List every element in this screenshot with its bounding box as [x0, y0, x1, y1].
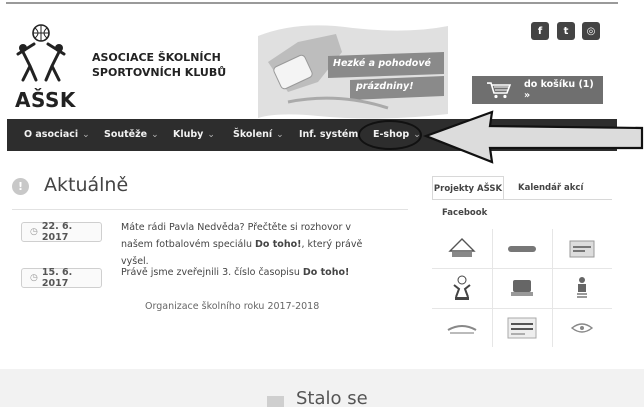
- news-date: 15. 6. 2017: [41, 267, 73, 289]
- partner-logo[interactable]: [433, 309, 491, 347]
- nav-item-souteze[interactable]: Soutěže ⌄: [104, 119, 159, 151]
- cart-label: do košíku (1) »: [523, 79, 594, 101]
- partner-logo[interactable]: [433, 230, 491, 268]
- tab-underline: [432, 199, 612, 200]
- e-shop-highlight-circle: [358, 120, 422, 150]
- tab-facebook[interactable]: Facebook: [442, 208, 487, 218]
- partner-logo[interactable]: [553, 230, 611, 268]
- news-date: 22. 6. 2017: [41, 221, 73, 243]
- tab-kalendar-akci[interactable]: Kalendář akcí: [518, 176, 583, 200]
- section-icon: [267, 396, 284, 407]
- summer-banner[interactable]: [258, 22, 448, 122]
- shopping-cart-icon: [486, 82, 512, 99]
- tab-projekty-assk[interactable]: Projekty AŠSK: [432, 176, 504, 200]
- partner-logo[interactable]: [553, 309, 611, 347]
- chevron-down-icon: ⌄: [276, 130, 284, 140]
- organization-name: ASOCIACE ŠKOLNÍCH SPORTOVNÍCH KLUBŮ: [92, 50, 226, 80]
- nav-label: Inf. systém: [299, 129, 359, 140]
- partner-logo[interactable]: [493, 230, 551, 268]
- news-item[interactable]: Právě jsme zveřejnili 3. číslo časopisu …: [121, 264, 376, 281]
- news-item[interactable]: Máte rádi Pavla Nedvěda? Přečtěte si roz…: [121, 219, 376, 270]
- org-name-line2: SPORTOVNÍCH KLUBŮ: [92, 66, 227, 79]
- nav-label: Školení: [233, 129, 273, 140]
- info-icon: !: [12, 178, 29, 195]
- news-date-badge: ◷ 22. 6. 2017: [21, 221, 102, 243]
- banner-text-line2: prázdniny!: [356, 81, 414, 92]
- section-title-aktualne: Aktuálně: [44, 174, 129, 196]
- partner-logo[interactable]: [553, 269, 611, 307]
- partner-logos-grid: [432, 229, 612, 347]
- nav-label: Soutěže: [104, 129, 148, 140]
- news-date-badge: ◷ 15. 6. 2017: [21, 267, 102, 289]
- org-name-line1: ASOCIACE ŠKOLNÍCH: [92, 51, 221, 64]
- clock-icon: ◷: [30, 227, 38, 237]
- news-link-do-toho[interactable]: Do toho!: [303, 267, 349, 278]
- top-divider: [6, 2, 618, 4]
- section-title-stalo-se: Stalo se: [296, 388, 368, 407]
- pointer-arrow-annotation: [422, 110, 644, 164]
- nav-label: Kluby: [173, 129, 204, 140]
- facebook-icon[interactable]: f: [531, 22, 549, 40]
- nav-label: O asociaci: [24, 129, 79, 140]
- assk-logo-icon[interactable]: [14, 24, 68, 84]
- twitter-icon[interactable]: t: [557, 22, 575, 40]
- banner-text-line1: Hezké a pohodové: [333, 58, 431, 69]
- logo-text[interactable]: AŠSK: [15, 88, 76, 112]
- news-link-organizace[interactable]: Organizace školního roku 2017-2018: [145, 301, 319, 312]
- news-text: Právě jsme zveřejnili 3. číslo časopisu: [121, 267, 303, 278]
- chevron-down-icon: ⌄: [82, 130, 90, 140]
- cart-button[interactable]: do košíku (1) »: [472, 76, 603, 104]
- partner-logo[interactable]: [493, 269, 551, 307]
- nav-item-inf-system[interactable]: Inf. systém: [299, 119, 358, 151]
- nav-item-skoleni[interactable]: Školení ⌄: [233, 119, 284, 151]
- section-divider: [12, 209, 408, 210]
- clock-icon: ◷: [30, 273, 38, 283]
- nav-item-kluby[interactable]: Kluby ⌄: [173, 119, 215, 151]
- partner-logo[interactable]: [433, 269, 491, 307]
- chevron-down-icon: ⌄: [207, 130, 215, 140]
- chevron-down-icon: ⌄: [151, 130, 159, 140]
- news-link-do-toho[interactable]: Do toho!: [255, 239, 301, 250]
- nav-item-o-asociaci[interactable]: O asociaci ⌄: [24, 119, 90, 151]
- partner-logo[interactable]: [493, 309, 551, 347]
- instagram-icon[interactable]: ◎: [582, 22, 600, 40]
